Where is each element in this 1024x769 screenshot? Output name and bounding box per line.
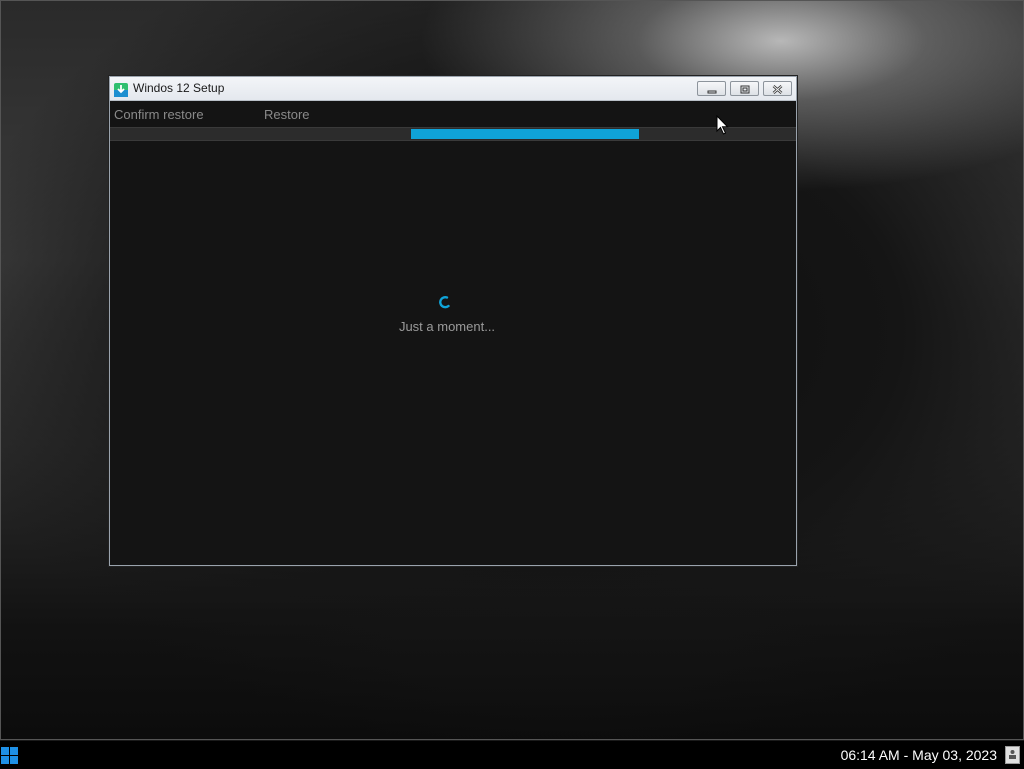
minimize-button[interactable] — [697, 81, 726, 96]
loading-spinner-icon — [439, 294, 451, 309]
maximize-button[interactable] — [730, 81, 759, 96]
setup-window[interactable]: Windos 12 Setup Confirm restore Restore — [109, 76, 797, 566]
maximize-icon — [740, 79, 750, 98]
taskbar-clock[interactable]: 06:14 AM - May 03, 2023 — [841, 747, 997, 763]
setup-download-icon — [114, 82, 128, 97]
window-title: Windos 12 Setup — [133, 81, 225, 95]
taskbar: 06:14 AM - May 03, 2023 — [0, 740, 1024, 769]
setup-content: Just a moment... — [110, 141, 796, 565]
window-titlebar[interactable]: Windos 12 Setup — [110, 77, 796, 101]
mouse-cursor-icon — [716, 114, 730, 137]
step-confirm-restore: Confirm restore — [114, 107, 204, 122]
notification-icon[interactable] — [1005, 746, 1020, 764]
progress-bar-fill — [411, 129, 639, 139]
windows-start-icon[interactable] — [1, 747, 18, 764]
progress-bar — [110, 127, 796, 141]
setup-steps: Confirm restore Restore — [110, 101, 796, 127]
status-message: Just a moment... — [398, 319, 496, 334]
close-icon — [772, 79, 783, 98]
minimize-icon — [707, 79, 717, 98]
close-button[interactable] — [763, 81, 792, 96]
step-restore: Restore — [264, 107, 310, 122]
